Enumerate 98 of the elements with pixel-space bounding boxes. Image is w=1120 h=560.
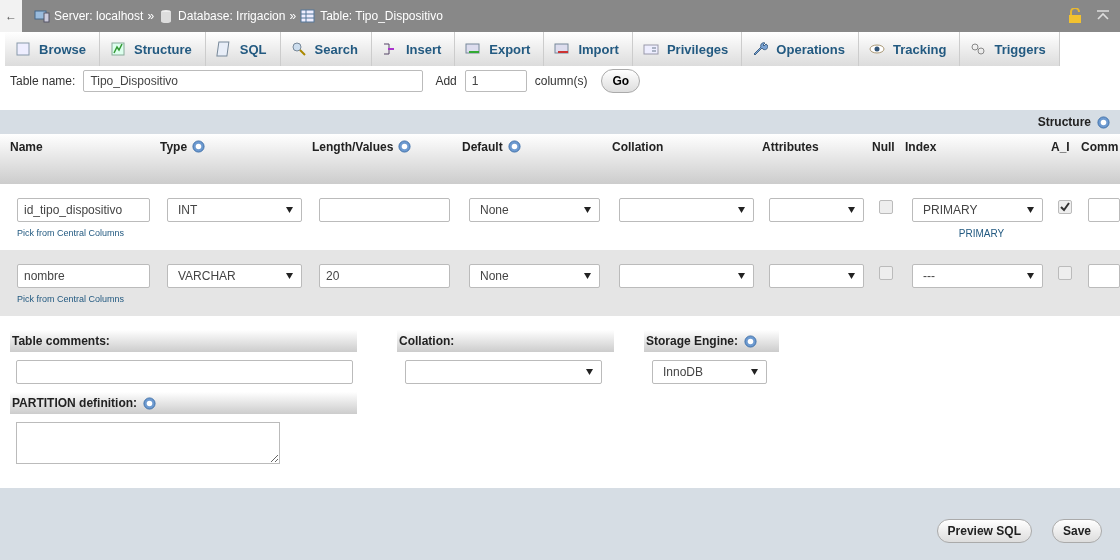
collation-select[interactable] <box>619 198 754 222</box>
help-icon[interactable] <box>507 140 521 153</box>
tab[interactable]: SQL <box>205 32 281 66</box>
default-select[interactable]: None <box>469 264 600 288</box>
caret-icon <box>584 273 591 279</box>
go-button[interactable]: Go <box>601 69 641 93</box>
tab[interactable]: Tracking <box>858 32 961 66</box>
index-select[interactable]: PRIMARY <box>912 198 1043 222</box>
caret-icon <box>586 369 593 375</box>
caret-icon <box>286 207 293 213</box>
tracking-icon <box>868 41 885 57</box>
index-link[interactable]: PRIMARY <box>958 228 1005 239</box>
tab[interactable]: Insert <box>371 32 456 66</box>
section-title: Storage Engine: <box>646 334 738 348</box>
lock-icon[interactable] <box>1068 8 1082 24</box>
collation-select[interactable] <box>405 360 602 384</box>
tab[interactable]: Structure <box>99 32 206 66</box>
breadcrumb-link[interactable]: Table: Tipo_Dispositivo <box>320 9 443 23</box>
tab[interactable]: Export <box>455 32 545 66</box>
checkbox[interactable] <box>1058 200 1072 214</box>
caret-icon <box>848 207 855 213</box>
type-select[interactable]: INT <box>167 198 302 222</box>
tab[interactable]: Operations <box>742 32 859 66</box>
field-label: Table name: <box>10 74 76 88</box>
export-icon <box>465 41 482 57</box>
footer-button[interactable]: Preview SQL <box>936 519 1032 543</box>
triggers-icon <box>970 41 987 57</box>
column-header: Comm <box>1081 140 1119 156</box>
index-select[interactable]: --- <box>912 264 1043 288</box>
default-select[interactable]: None <box>469 198 600 222</box>
pick-link[interactable]: Pick from Central Columns <box>17 228 125 238</box>
column-header: Null <box>872 140 895 156</box>
tab[interactable]: Search <box>280 32 372 66</box>
section-title: PARTITION definition: <box>12 396 138 410</box>
section-title: Collation: <box>399 334 455 348</box>
field-label: column(s) <box>534 74 588 88</box>
tab[interactable]: Privileges <box>632 32 743 66</box>
section-title: Structure <box>1037 115 1091 129</box>
collation-select[interactable] <box>619 264 754 288</box>
checkbox[interactable] <box>879 266 893 280</box>
help-icon[interactable] <box>192 140 206 153</box>
column-count-field[interactable]: 1 <box>464 70 527 92</box>
breadcrumb-link[interactable]: Server: localhost <box>54 9 144 23</box>
help-icon[interactable] <box>143 396 157 410</box>
help-icon[interactable] <box>398 140 412 153</box>
column-name-field[interactable]: nombre <box>17 264 150 288</box>
help-icon[interactable] <box>1097 115 1110 129</box>
tab[interactable]: Browse <box>5 32 100 66</box>
table-name-field[interactable]: Tipo_Dispositivo <box>83 70 424 92</box>
sql-icon <box>215 41 232 57</box>
field-label: Add <box>435 74 457 88</box>
column-name-field[interactable]: id_tipo_dispositivo <box>17 198 150 222</box>
attributes-select[interactable] <box>769 198 864 222</box>
column-header: Attributes <box>762 140 819 156</box>
caret-icon <box>738 207 745 213</box>
column-header: Name <box>10 140 43 156</box>
checkbox[interactable] <box>1058 266 1072 280</box>
back-button[interactable]: ← <box>0 0 22 32</box>
storage-engine-select[interactable]: InnoDB <box>652 360 767 384</box>
column-header: Index <box>905 140 937 156</box>
pick-link[interactable]: Pick from Central Columns <box>17 294 125 304</box>
tab[interactable]: Import <box>544 32 633 66</box>
breadcrumb-link[interactable]: Database: Irrigacion <box>178 9 286 23</box>
column-header: Collation <box>612 140 664 156</box>
comment-field[interactable] <box>1088 264 1120 288</box>
length-field[interactable]: 20 <box>319 264 450 288</box>
checkbox[interactable] <box>879 200 893 214</box>
table-comments-field[interactable] <box>16 360 353 384</box>
caret-icon <box>1027 207 1034 213</box>
partition-field[interactable] <box>16 422 280 464</box>
column-header: Type <box>160 140 188 156</box>
search-icon <box>290 41 307 57</box>
attributes-select[interactable] <box>769 264 864 288</box>
structure-icon <box>109 41 126 57</box>
caret-icon <box>738 273 745 279</box>
caret-icon <box>1027 273 1034 279</box>
operations-icon <box>752 41 769 57</box>
column-header: A_I <box>1051 140 1070 156</box>
caret-icon <box>584 207 591 213</box>
import-icon <box>554 41 571 57</box>
caret-icon <box>848 273 855 279</box>
help-icon[interactable] <box>744 334 757 348</box>
caret-icon <box>286 273 293 279</box>
section-title: Table comments: <box>12 334 110 348</box>
table-icon <box>300 8 317 24</box>
column-header: Length/Values <box>312 140 394 156</box>
length-field[interactable] <box>319 198 450 222</box>
breadcrumb-separator: » <box>289 9 297 23</box>
footer-button[interactable]: Save <box>1051 519 1102 543</box>
column-header: Default <box>462 140 503 156</box>
caret-icon <box>751 369 758 375</box>
browse-icon <box>15 41 31 57</box>
type-select[interactable]: VARCHAR <box>167 264 302 288</box>
breadcrumb-separator: » <box>147 9 155 23</box>
comment-field[interactable] <box>1088 198 1120 222</box>
tab[interactable]: Triggers <box>960 32 1060 66</box>
server-icon <box>34 8 50 24</box>
privileges-icon <box>642 41 659 57</box>
